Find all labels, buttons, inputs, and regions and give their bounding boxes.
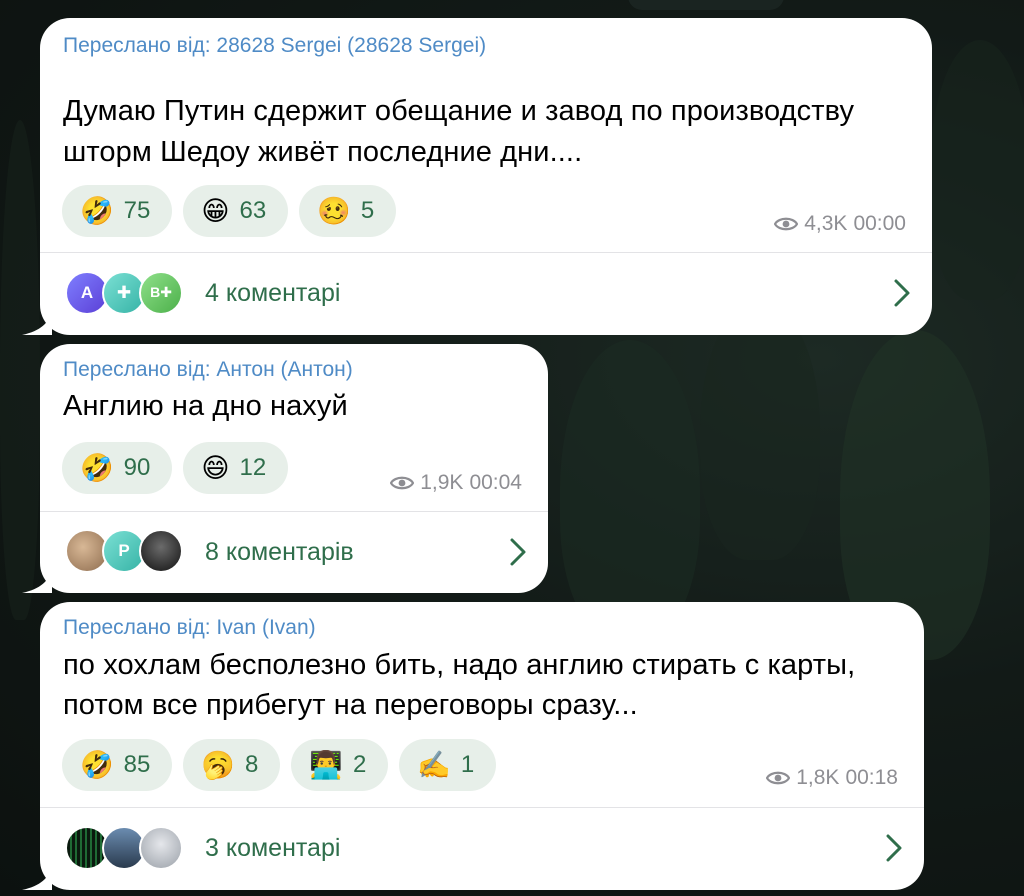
reaction-chip[interactable]: 👨‍💻 2 bbox=[291, 739, 389, 791]
view-count: 1,9K bbox=[420, 471, 464, 494]
reaction-count: 12 bbox=[239, 454, 267, 481]
reaction-chip[interactable]: 🤣 90 bbox=[62, 442, 173, 494]
comments-link[interactable]: P 8 коментарів bbox=[40, 511, 548, 593]
forwarded-from-label[interactable]: Переслано від: Ivan (Ivan) bbox=[63, 614, 316, 641]
technologist-emoji: 👨‍💻 bbox=[309, 749, 343, 780]
reaction-chip[interactable]: 🥱 8 bbox=[183, 739, 281, 791]
avatar bbox=[139, 529, 183, 573]
chevron-right-icon bbox=[894, 279, 910, 307]
message-text-line: потом все прибегут на переговоры сразу..… bbox=[63, 689, 638, 721]
comments-link[interactable]: A ✚ B✚ 4 коментарі bbox=[40, 252, 932, 335]
view-count: 1,8K bbox=[796, 766, 840, 789]
chevron-right-icon bbox=[510, 538, 526, 566]
message-text-line: Думаю Путин сдержит обещание и завод по … bbox=[63, 95, 855, 127]
rofl-emoji: 🤣 bbox=[80, 452, 114, 483]
view-count: 4,3K bbox=[804, 212, 848, 235]
woozy-emoji: 🥴 bbox=[317, 195, 351, 226]
message-text-line: по хохлам бесполезно бить, надо англию с… bbox=[63, 649, 856, 681]
eye-icon bbox=[390, 476, 415, 490]
reaction-count: 85 bbox=[123, 751, 151, 778]
avatar: B✚ bbox=[139, 270, 183, 315]
message-time: 00:18 bbox=[845, 766, 898, 789]
writing-hand-emoji: ✍️ bbox=[417, 749, 451, 780]
forwarded-from-label[interactable]: Переслано від: 28628 Sergei (28628 Serge… bbox=[63, 32, 533, 59]
commenter-avatars: A ✚ B✚ bbox=[65, 270, 195, 317]
forwarded-from-label[interactable]: Переслано від: Антон (Антон) bbox=[63, 356, 353, 383]
commenter-avatars: P bbox=[65, 529, 195, 575]
comments-count: 8 коментарів bbox=[205, 537, 354, 566]
reaction-count: 63 bbox=[239, 197, 267, 224]
message-time: 00:04 bbox=[469, 471, 522, 494]
chevron-right-icon bbox=[886, 834, 902, 862]
comments-count: 4 коментарі bbox=[205, 279, 341, 307]
rofl-emoji: 🤣 bbox=[80, 195, 114, 226]
avatar bbox=[139, 825, 183, 870]
top-indicator bbox=[628, 0, 784, 10]
message-bubble[interactable]: Переслано від: Антон (Антон) Англию на д… bbox=[22, 344, 548, 593]
background-tree bbox=[560, 340, 700, 640]
reaction-count: 5 bbox=[360, 197, 375, 224]
eye-icon bbox=[774, 217, 799, 231]
reactions-row: 🤣 75 😁 63 🥴 5 bbox=[62, 185, 397, 237]
reaction-count: 75 bbox=[123, 197, 151, 224]
yawn-emoji: 🥱 bbox=[201, 749, 235, 780]
background-tree bbox=[0, 120, 40, 620]
reaction-chip[interactable]: 🥴 5 bbox=[299, 185, 397, 237]
background-tree bbox=[930, 40, 1024, 300]
message-time: 00:00 bbox=[853, 212, 906, 235]
message-text-line: шторм Шедоу живёт последние дни.... bbox=[63, 136, 583, 168]
message-bubble[interactable]: Переслано від: Ivan (Ivan) по хохлам бес… bbox=[22, 602, 924, 890]
message-bubble[interactable]: Переслано від: 28628 Sergei (28628 Serge… bbox=[22, 18, 932, 335]
reactions-row: 🤣 90 😄 12 bbox=[62, 442, 289, 494]
smile-emoji: 😄 bbox=[201, 452, 230, 483]
background-tree bbox=[700, 300, 820, 560]
grin-emoji: 😁 bbox=[201, 195, 230, 226]
reaction-count: 90 bbox=[123, 454, 151, 481]
reaction-count: 1 bbox=[460, 751, 475, 778]
reaction-count: 2 bbox=[352, 751, 367, 778]
reaction-chip[interactable]: 😄 12 bbox=[183, 442, 289, 494]
reaction-chip[interactable]: ✍️ 1 bbox=[399, 739, 497, 791]
message-text-line: Англию на дно нахуй bbox=[63, 390, 348, 422]
rofl-emoji: 🤣 bbox=[80, 749, 114, 780]
reaction-chip[interactable]: 🤣 85 bbox=[62, 739, 173, 791]
message-meta: 1,8K 00:18 bbox=[766, 766, 898, 790]
eye-icon bbox=[766, 771, 791, 785]
comments-link[interactable]: 3 коментарі bbox=[40, 807, 924, 890]
message-meta: 4,3K 00:00 bbox=[774, 212, 906, 236]
reaction-chip[interactable]: 😁 63 bbox=[183, 185, 289, 237]
reactions-row: 🤣 85 🥱 8 👨‍💻 2 ✍️ 1 bbox=[62, 739, 497, 791]
comments-count: 3 коментарі bbox=[205, 834, 341, 862]
commenter-avatars bbox=[65, 825, 195, 872]
reaction-count: 8 bbox=[244, 751, 259, 778]
reaction-chip[interactable]: 🤣 75 bbox=[62, 185, 173, 237]
message-meta: 1,9K 00:04 bbox=[390, 471, 522, 495]
